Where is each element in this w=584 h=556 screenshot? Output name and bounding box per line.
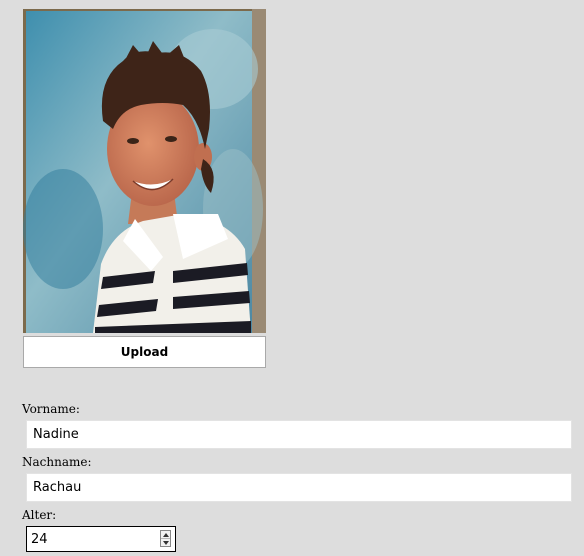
first-name-field[interactable]	[26, 420, 572, 449]
arrow-up-icon	[162, 532, 169, 537]
decrement-button[interactable]	[161, 539, 170, 546]
age-stepper[interactable]	[160, 530, 171, 547]
age-label: Alter:	[22, 508, 57, 522]
age-field[interactable]	[26, 526, 176, 552]
last-name-label: Nachname:	[22, 455, 92, 469]
increment-button[interactable]	[161, 531, 170, 539]
upload-button[interactable]: Upload	[23, 336, 266, 368]
profile-photo	[23, 9, 266, 333]
arrow-down-icon	[162, 540, 169, 545]
last-name-field[interactable]	[26, 473, 572, 502]
first-name-label: Vorname:	[22, 402, 80, 416]
age-input[interactable]	[27, 527, 151, 551]
